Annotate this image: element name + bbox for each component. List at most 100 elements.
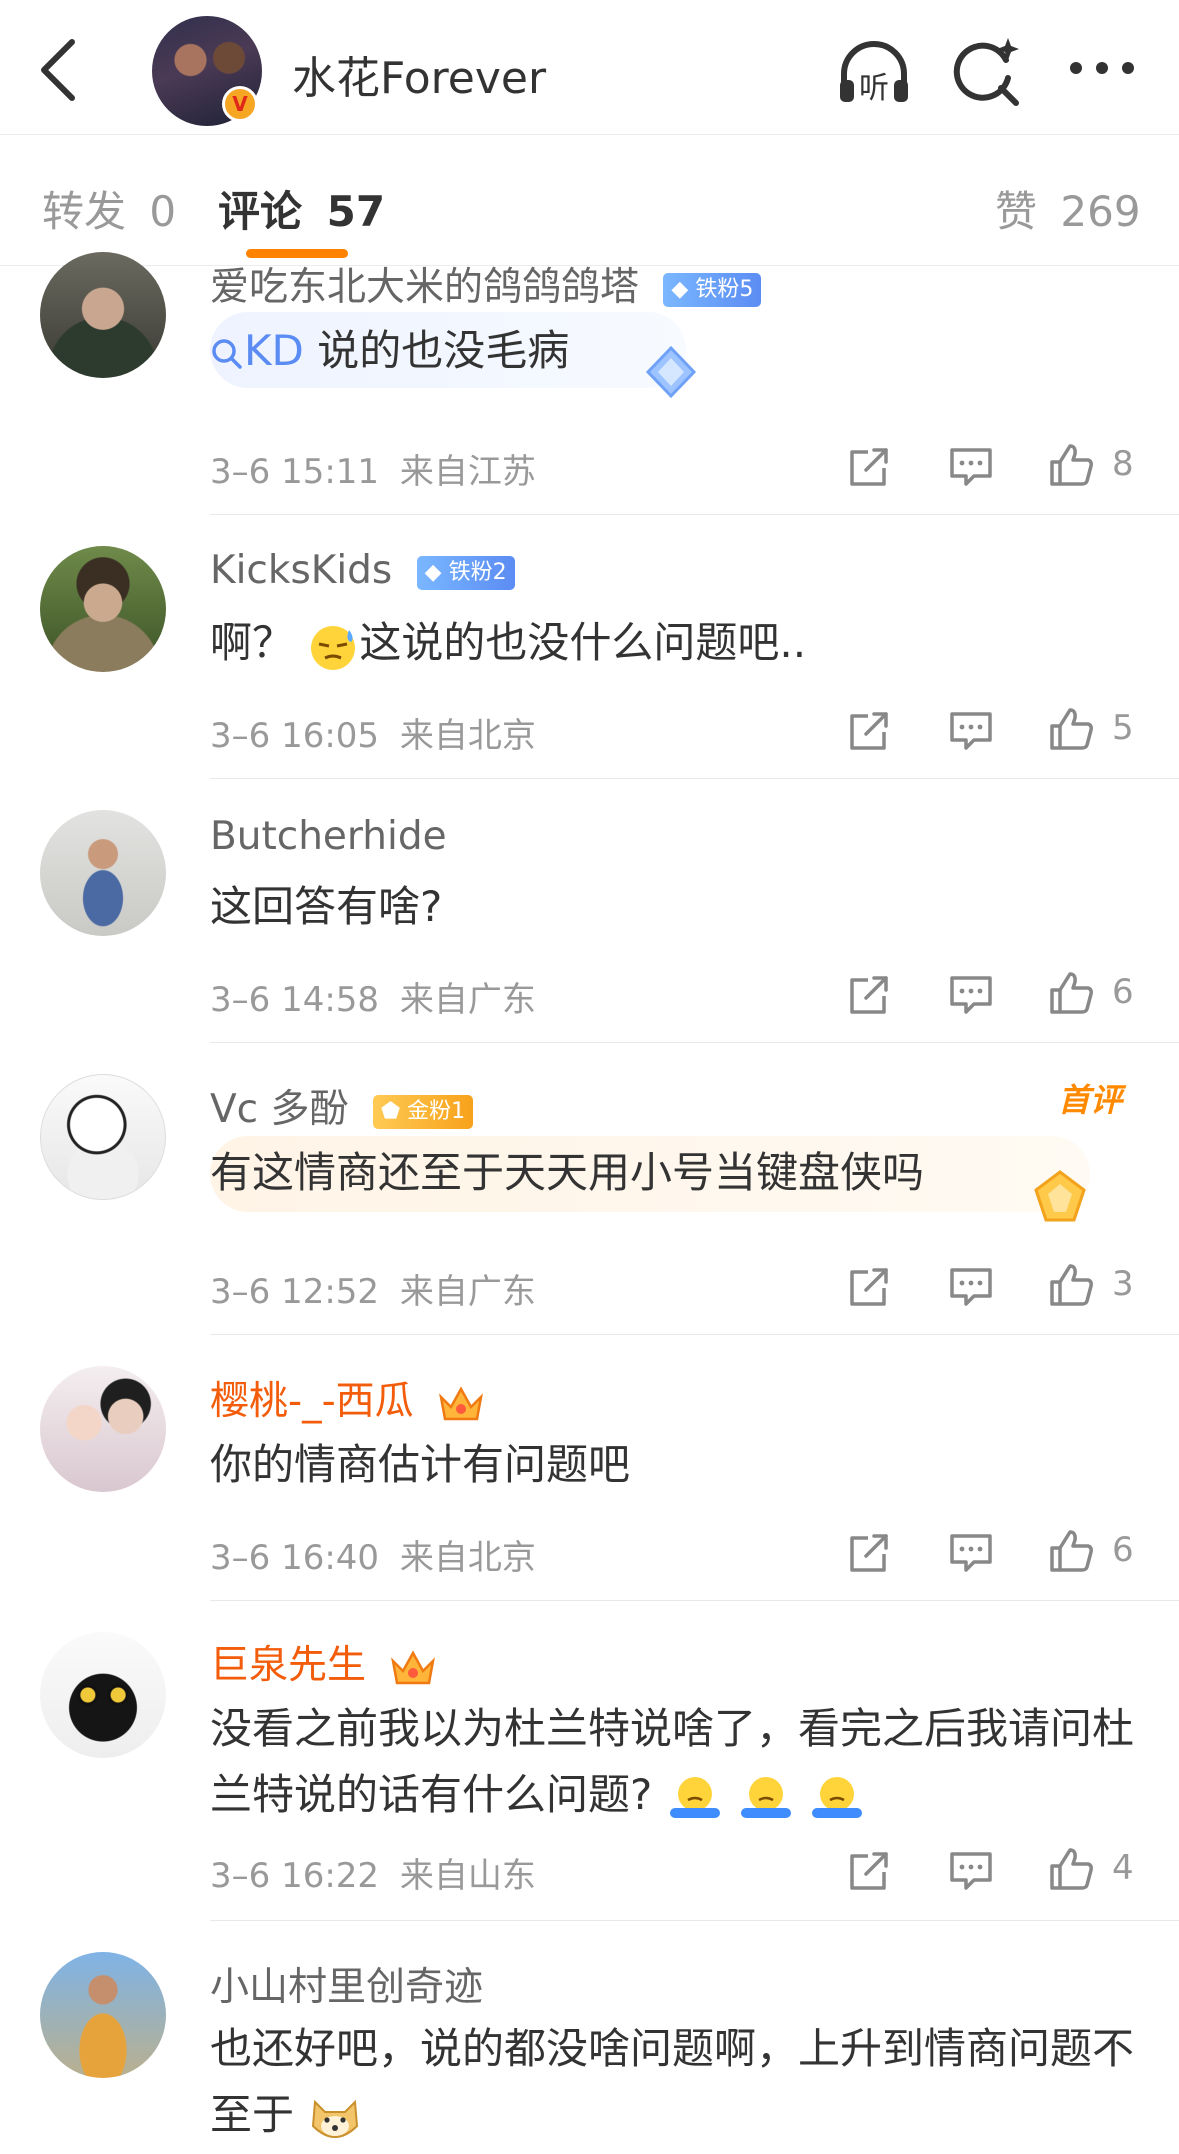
comment-body: 说的也没毛病 xyxy=(317,326,570,375)
comment-meta: 3–6 16:40 来自北京 xyxy=(210,1530,536,1579)
share-icon[interactable] xyxy=(846,972,892,1018)
reply-icon[interactable] xyxy=(948,1264,994,1310)
first-comment-tag: 首评 xyxy=(1058,1081,1123,1119)
like-icon[interactable] xyxy=(1048,1262,1094,1308)
comment-location: 来自广东 xyxy=(399,1272,536,1312)
comment-body: 你的情商估计有问题吧 xyxy=(210,1440,631,1489)
comment-prefix: 啊？ xyxy=(210,618,295,667)
username-text: 巨泉先生 xyxy=(210,1643,367,1688)
comment-username[interactable]: KicksKids ◆ 铁粉2 xyxy=(210,548,515,593)
like-icon[interactable] xyxy=(1048,706,1094,752)
svg-text:听: 听 xyxy=(859,71,889,106)
divider xyxy=(210,514,1179,515)
comment-meta: 3–6 12:52 来自广东 xyxy=(210,1264,536,1313)
comment-time: 3–6 16:22 xyxy=(210,1856,380,1896)
tab-comments[interactable]: 评论 57 xyxy=(218,178,385,239)
shrug-emoji-icon xyxy=(741,1776,792,1818)
reply-icon[interactable] xyxy=(948,708,994,754)
back-button[interactable] xyxy=(28,30,88,110)
comment-username[interactable]: Vc 多酚 ⬟ 金粉1 xyxy=(210,1078,474,1134)
topic-link[interactable]: KD xyxy=(210,326,317,375)
share-icon[interactable] xyxy=(846,708,892,754)
comment-text: 有这情商还至于天天用小号当键盘侠吗 xyxy=(210,1140,924,1206)
divider xyxy=(210,1334,1179,1335)
comment-username[interactable]: Butcherhide xyxy=(210,814,447,859)
top-bar: V 水花Forever 听 xyxy=(0,0,1179,135)
comment-location: 来自江苏 xyxy=(399,452,536,492)
comment-time: 3–6 15:11 xyxy=(210,452,380,492)
diamond-icon xyxy=(645,345,697,399)
like-icon[interactable] xyxy=(1048,970,1094,1016)
tab-repost-label: 转发 xyxy=(42,187,127,236)
comment-meta: 3–6 14:58 来自广东 xyxy=(210,972,536,1021)
comment-location: 来自北京 xyxy=(399,1538,536,1578)
divider xyxy=(210,1600,1179,1601)
comment-username[interactable]: 小山村里创奇迹 xyxy=(210,1956,483,2012)
share-icon[interactable] xyxy=(846,444,892,490)
comment-text: 也还好吧，说的都没啥问题啊，上升到情商问题不至于 xyxy=(210,2016,1150,2148)
share-icon[interactable] xyxy=(846,1264,892,1310)
share-icon[interactable] xyxy=(846,1530,892,1576)
back-icon xyxy=(41,39,75,101)
comment-text: 没看之前我以为杜兰特说啥了，看完之后我请问杜兰特说的话有什么问题? xyxy=(210,1696,1150,1828)
shrug-emoji-icon xyxy=(812,1776,863,1818)
like-icon[interactable] xyxy=(1048,1528,1094,1574)
comment-body: 有这情商还至于天天用小号当键盘侠吗 xyxy=(210,1148,925,1197)
search-icon xyxy=(953,38,1019,106)
listen-icon: 听 xyxy=(840,41,908,106)
username-text: KicksKids xyxy=(210,548,393,593)
username-text: Butcherhide xyxy=(210,814,447,859)
reply-icon[interactable] xyxy=(948,1530,994,1576)
username-text: 爱吃东北大米的鸽鸽鸽塔 xyxy=(210,265,640,310)
comment-username[interactable]: 爱吃东北大米的鸽鸽鸽塔 ◆ 铁粉5 xyxy=(210,256,762,312)
avatar[interactable] xyxy=(40,252,166,378)
interaction-tabs: 转发 0 评论 57 赞 269 xyxy=(0,136,1179,266)
tab-repost-count: 0 xyxy=(149,187,177,236)
fan-badge-text: 铁粉2 xyxy=(448,559,507,585)
doge-emoji-icon xyxy=(312,2099,359,2138)
reply-icon[interactable] xyxy=(948,1848,994,1894)
comment-username[interactable]: 巨泉先生 xyxy=(210,1634,438,1690)
avatar[interactable] xyxy=(40,1074,166,1200)
search-button[interactable] xyxy=(944,30,1028,114)
comment-text: KD 说的也没毛病 xyxy=(210,318,569,384)
reply-icon[interactable] xyxy=(948,972,994,1018)
divider xyxy=(210,1920,1179,1921)
avatar[interactable] xyxy=(40,1366,166,1492)
comment-location: 来自广东 xyxy=(399,980,536,1020)
gold-gem-icon xyxy=(1034,1170,1086,1222)
reply-icon[interactable] xyxy=(948,444,994,490)
avatar[interactable] xyxy=(40,546,166,672)
avatar[interactable] xyxy=(40,810,166,936)
fan-badge-text: 金粉1 xyxy=(407,1098,466,1124)
comment-text: 这回答有啥? xyxy=(210,874,442,940)
comment-meta: 3–6 15:11 来自江苏 xyxy=(210,444,536,493)
tab-repost[interactable]: 转发 0 xyxy=(42,178,176,239)
comment-username[interactable]: 樱桃-_-西瓜 xyxy=(210,1370,486,1426)
tab-comments-count: 57 xyxy=(326,187,386,236)
like-icon[interactable] xyxy=(1048,442,1094,488)
like-count: 3 xyxy=(1112,1264,1134,1304)
fan-badge: ◆ 铁粉2 xyxy=(416,555,515,590)
comment-body: 这说的也没什么问题吧.. xyxy=(359,618,807,667)
comment-time: 3–6 16:05 xyxy=(210,716,380,756)
sweat-emoji-icon xyxy=(311,625,356,670)
tab-comments-label: 评论 xyxy=(218,187,303,236)
shrug-emoji-icon xyxy=(669,1776,720,1818)
blogger-name[interactable]: 水花Forever xyxy=(292,42,546,106)
listen-button[interactable]: 听 xyxy=(832,30,916,114)
like-count: 6 xyxy=(1112,972,1134,1012)
comment-meta: 3–6 16:22 来自山东 xyxy=(210,1848,536,1897)
like-icon[interactable] xyxy=(1048,1846,1094,1892)
divider xyxy=(210,778,1179,779)
comment-location: 来自北京 xyxy=(399,716,536,756)
tab-likes[interactable]: 赞 269 xyxy=(995,178,1141,239)
username-text: Vc 多酚 xyxy=(210,1087,349,1132)
share-icon[interactable] xyxy=(846,1848,892,1894)
avatar[interactable] xyxy=(40,1952,166,2078)
avatar[interactable] xyxy=(40,1632,166,1758)
username-text: 樱桃-_-西瓜 xyxy=(210,1379,414,1424)
more-button[interactable] xyxy=(1060,30,1144,114)
comment-meta: 3–6 16:05 来自北京 xyxy=(210,708,536,757)
tab-likes-count: 269 xyxy=(1060,187,1141,236)
